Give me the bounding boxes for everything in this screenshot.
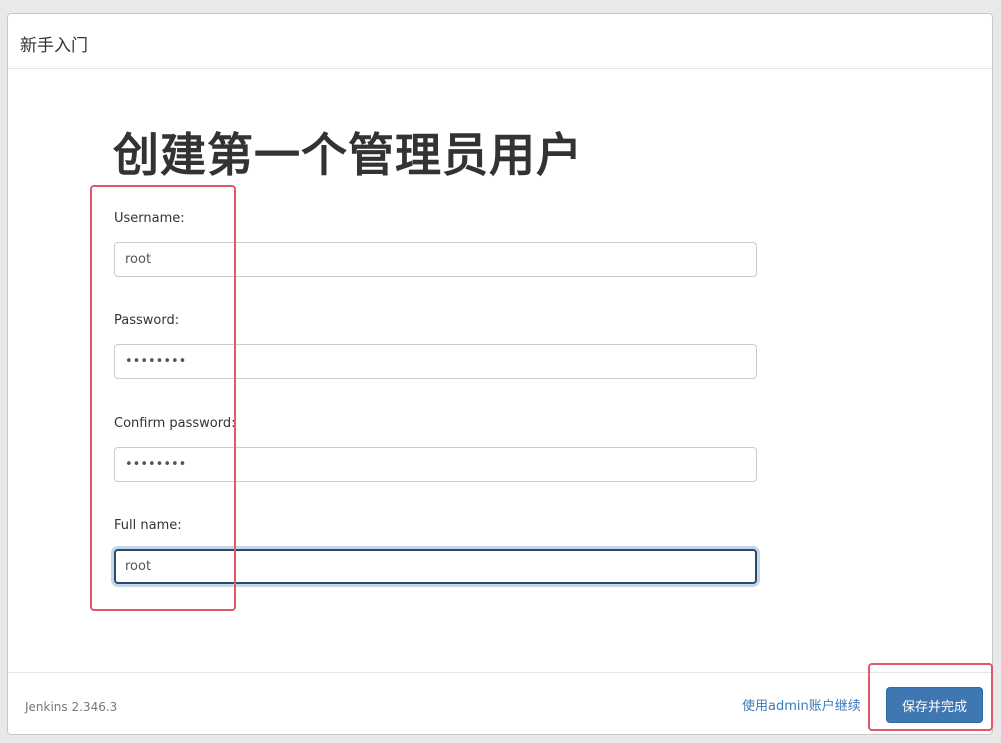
setup-dialog: 新手入门 创建第一个管理员用户 Username: Password: Conf… — [7, 13, 993, 735]
full-name-field[interactable] — [114, 549, 757, 584]
continue-as-admin-link[interactable]: 使用admin账户继续 — [742, 695, 861, 714]
username-label: Username: — [114, 211, 185, 226]
version-text: Jenkins 2.346.3 — [25, 700, 118, 714]
dialog-header: 新手入门 — [8, 14, 992, 69]
username-field[interactable] — [114, 242, 757, 277]
save-and-finish-button[interactable]: 保存并完成 — [886, 687, 983, 723]
confirm-password-field[interactable] — [114, 447, 757, 482]
password-label: Password: — [114, 313, 180, 328]
full-name-label: Full name: — [114, 518, 182, 533]
dialog-footer: Jenkins 2.346.3 使用admin账户继续 保存并完成 — [8, 672, 992, 734]
confirm-password-label: Confirm password: — [114, 416, 236, 431]
dialog-title: 新手入门 — [20, 36, 88, 56]
page-title: 创建第一个管理员用户 — [113, 128, 583, 182]
password-field[interactable] — [114, 344, 757, 379]
